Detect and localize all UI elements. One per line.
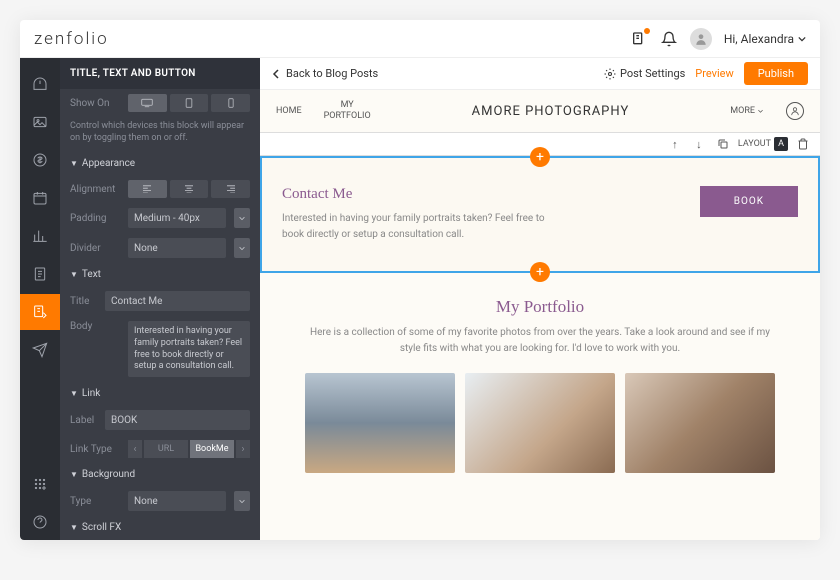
back-button[interactable]: Back to Blog Posts <box>272 67 378 80</box>
user-menu[interactable]: Hi, Alexandra <box>724 32 806 46</box>
rail-send[interactable] <box>20 332 60 368</box>
portfolio-desc: Here is a collection of some of my favor… <box>310 325 770 357</box>
duplicate-button[interactable] <box>714 135 732 153</box>
portfolio-title: My Portfolio <box>280 297 800 317</box>
topbar: zenfolio Hi, Alexandra <box>20 20 820 58</box>
device-desktop[interactable] <box>128 94 167 112</box>
gear-icon <box>604 68 616 80</box>
preview-button[interactable]: Preview <box>695 67 733 80</box>
show-on-label: Show On <box>70 98 122 109</box>
align-center[interactable] <box>170 180 209 198</box>
chevron-down-icon <box>798 35 806 43</box>
linktype-url[interactable]: URL <box>144 440 188 458</box>
bg-type-label: Type <box>70 496 122 507</box>
canvas: Back to Blog Posts Post Settings Preview… <box>260 58 820 540</box>
device-tablet[interactable] <box>170 94 209 112</box>
rail-edit[interactable] <box>20 294 60 330</box>
rail-help[interactable] <box>20 504 60 540</box>
add-block-below[interactable]: + <box>530 262 550 282</box>
divider-select[interactable]: None <box>128 238 226 258</box>
rail-documents[interactable] <box>20 256 60 292</box>
align-right[interactable] <box>211 180 250 198</box>
linktype-bookme[interactable]: BookMe <box>190 440 234 458</box>
notification-card-icon[interactable] <box>630 30 648 48</box>
link-type-label: Link Type <box>70 444 122 455</box>
body-label: Body <box>70 321 122 332</box>
nav-user-icon[interactable] <box>786 102 804 120</box>
greeting-text: Hi, Alexandra <box>724 32 794 46</box>
link-label-input[interactable] <box>105 410 250 430</box>
title-label: Title <box>70 296 99 307</box>
rail-reports[interactable] <box>20 218 60 254</box>
move-up-button[interactable]: ↑ <box>666 135 684 153</box>
padding-chevron-icon[interactable] <box>234 208 250 228</box>
nav-home[interactable]: HOME <box>276 106 302 117</box>
body-textarea[interactable] <box>128 321 250 377</box>
device-mobile[interactable] <box>211 94 250 112</box>
site-title: AMORE PHOTOGRAPHY <box>393 104 709 119</box>
bg-type-select[interactable]: None <box>128 491 226 511</box>
add-block-above[interactable]: + <box>530 147 550 167</box>
properties-panel: TITLE, TEXT AND BUTTON Show On Control w… <box>60 58 260 540</box>
section-scrollfx[interactable]: ▼Scroll FX <box>60 516 260 539</box>
brand-logo: zenfolio <box>34 29 109 49</box>
rail-media[interactable] <box>20 104 60 140</box>
divider-label: Divider <box>70 243 122 254</box>
contact-title: Contact Me <box>282 186 670 203</box>
move-down-button[interactable]: ↓ <box>690 135 708 153</box>
bg-chevron-icon[interactable] <box>234 491 250 511</box>
book-button[interactable]: BOOK <box>700 186 798 217</box>
layout-picker[interactable]: LAYOUTA <box>738 137 788 151</box>
portfolio-image[interactable] <box>625 373 775 473</box>
divider-chevron-icon[interactable] <box>234 238 250 258</box>
section-appearance[interactable]: ▼Appearance <box>60 152 260 175</box>
bell-icon[interactable] <box>660 30 678 48</box>
post-settings-button[interactable]: Post Settings <box>604 67 685 80</box>
portfolio-image[interactable] <box>305 373 455 473</box>
portfolio-image[interactable] <box>465 373 615 473</box>
padding-select[interactable]: Medium - 40px <box>128 208 226 228</box>
section-text[interactable]: ▼Text <box>60 263 260 286</box>
rail-selling[interactable] <box>20 142 60 178</box>
link-label-label: Label <box>70 415 99 426</box>
site-nav: HOME MY PORTFOLIO AMORE PHOTOGRAPHY MORE <box>260 90 820 132</box>
rail-apps[interactable] <box>20 466 60 502</box>
show-on-help: Control which devices this block will ap… <box>60 117 260 152</box>
arrow-left-icon <box>272 69 282 79</box>
section-link[interactable]: ▼Link <box>60 382 260 405</box>
selected-block[interactable]: + Contact Me Interested in having your f… <box>260 156 820 273</box>
rail-calendar[interactable] <box>20 180 60 216</box>
chevron-down-icon <box>757 108 764 115</box>
portfolio-section: My Portfolio Here is a collection of som… <box>260 273 820 497</box>
section-background[interactable]: ▼Background <box>60 463 260 486</box>
publish-button[interactable]: Publish <box>744 62 808 85</box>
linktype-next[interactable]: › <box>236 440 250 458</box>
alignment-label: Alignment <box>70 184 122 195</box>
linktype-prev[interactable]: ‹ <box>128 440 142 458</box>
avatar[interactable] <box>690 28 712 50</box>
icon-rail <box>20 58 60 540</box>
layout-swatch: A <box>774 137 788 151</box>
align-left[interactable] <box>128 180 167 198</box>
nav-portfolio[interactable]: MY PORTFOLIO <box>324 100 371 122</box>
panel-title: TITLE, TEXT AND BUTTON <box>60 58 260 89</box>
padding-label: Padding <box>70 213 122 224</box>
delete-button[interactable] <box>794 135 812 153</box>
rail-dashboard[interactable] <box>20 66 60 102</box>
contact-body: Interested in having your family portrai… <box>282 211 562 243</box>
title-input[interactable] <box>105 291 250 311</box>
nav-more[interactable]: MORE <box>730 106 764 116</box>
